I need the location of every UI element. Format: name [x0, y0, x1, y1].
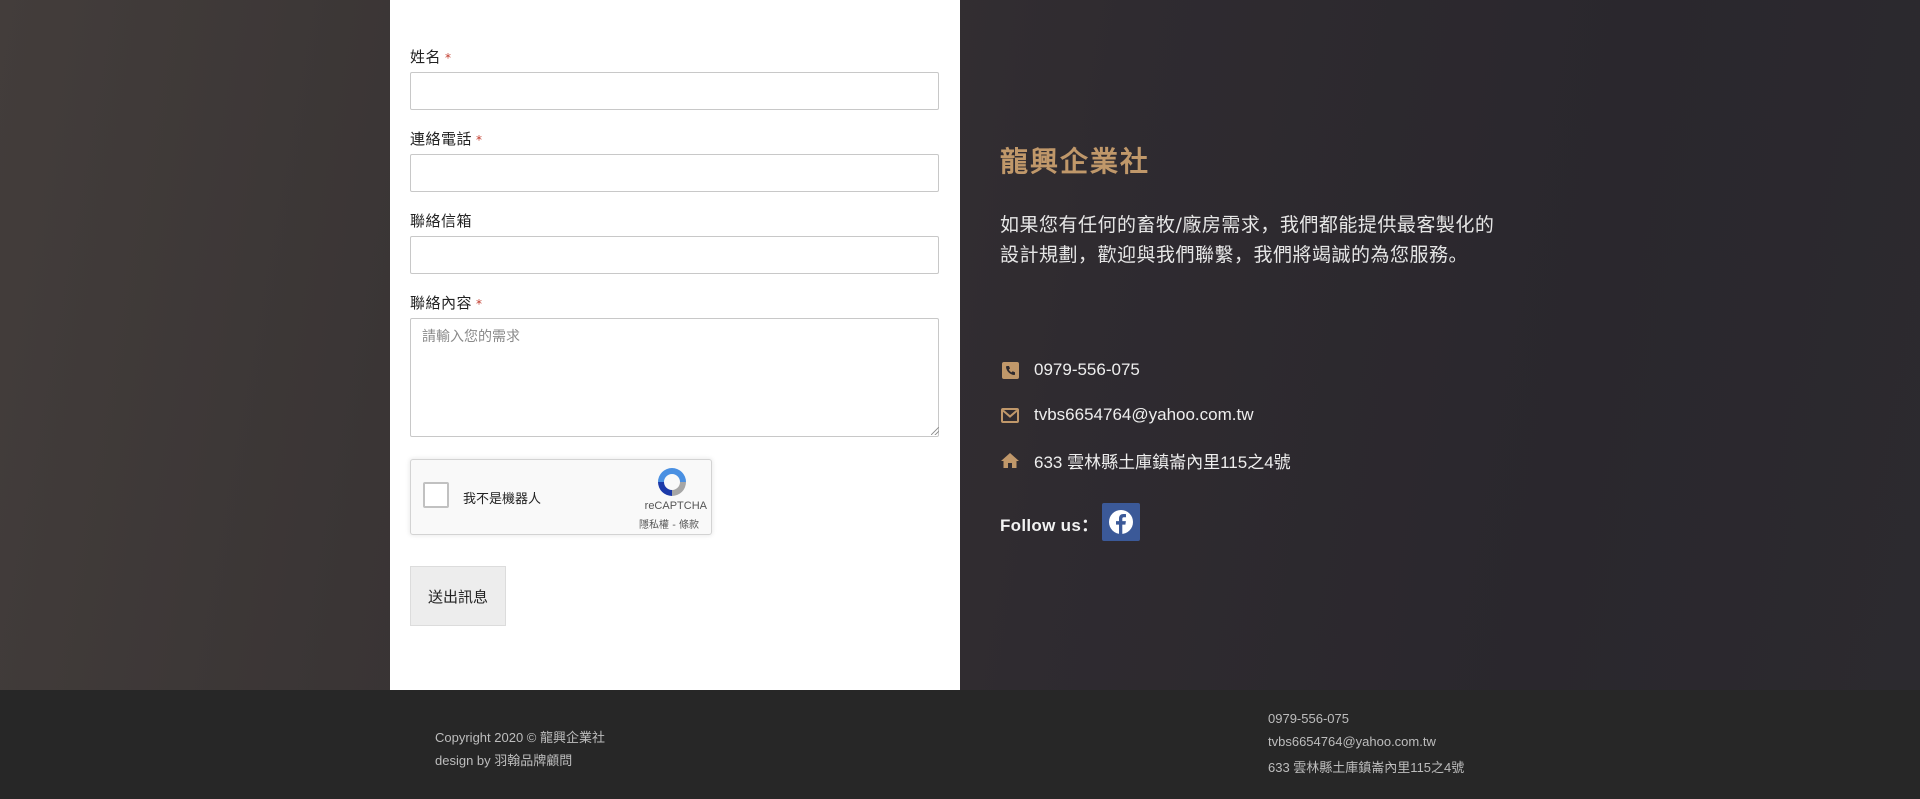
company-title: 龍興企業社 [1000, 145, 1151, 178]
message-textarea[interactable] [410, 318, 939, 437]
phone-icon [1000, 360, 1020, 380]
recaptcha-terms-link[interactable]: 隱私權 - 條款 [639, 516, 699, 531]
contact-section-background [0, 0, 1920, 690]
phone-input[interactable] [410, 154, 939, 192]
name-label-text: 姓名 [410, 48, 442, 66]
email-label: 聯絡信箱 [410, 210, 472, 231]
footer-design-credit: design by 羽翰品牌顧問 [435, 753, 573, 768]
name-label: 姓名 * [410, 46, 452, 67]
phone-label-text: 連絡電話 [410, 130, 473, 148]
contact-phone: 0979-556-075 [1000, 358, 1140, 382]
envelope-icon [1000, 405, 1020, 425]
recaptcha-logo-icon [658, 468, 686, 496]
contact-address: 633 雲林縣土庫鎮崙內里115之4號 [1000, 448, 1291, 472]
follow-us-label: Follow us： [1000, 516, 1099, 535]
email-input[interactable] [410, 236, 939, 274]
company-description: 如果您有任何的畜牧/廠房需求，我們都能提供最客製化的設計規劃，歡迎與我們聯繫，我… [1000, 214, 1495, 266]
resize-handle[interactable] [931, 427, 939, 435]
contact-address-text: 633 雲林縣土庫鎮崙內里115之4號 [1034, 452, 1291, 472]
footer-address: 633 雲林縣土庫鎮崙內里115之4號 [1268, 760, 1465, 775]
footer-copyright: Copyright 2020 © 龍興企業社 [435, 730, 605, 745]
recaptcha-checkbox[interactable] [423, 482, 449, 508]
footer-email: tvbs6654764@yahoo.com.tw [1268, 734, 1436, 749]
contact-email-text: tvbs6654764@yahoo.com.tw [1034, 405, 1254, 424]
contact-form: 姓名* 連絡電話* 聯絡信箱 聯絡內容* 我不是機器人 reCAPTCHA 隱私… [390, 0, 960, 690]
home-icon [1000, 450, 1020, 470]
email-label-text: 聯絡信箱 [410, 212, 473, 230]
message-label-text: 聯絡內容 [410, 294, 473, 312]
contact-email: tvbs6654764@yahoo.com.tw [1000, 403, 1254, 427]
phone-label: 連絡電話 * [410, 128, 483, 149]
required-mark: * [476, 133, 483, 147]
required-mark: * [476, 297, 483, 311]
contact-phone-text: 0979-556-075 [1034, 360, 1140, 379]
facebook-button[interactable] [1102, 503, 1140, 541]
facebook-icon [1109, 510, 1133, 534]
message-label: 聯絡內容 * [410, 292, 483, 313]
footer: Copyright 2020 © 龍興企業社 design by 羽翰品牌顧問 … [0, 690, 1920, 799]
recaptcha-brand: reCAPTCHA [644, 500, 707, 512]
recaptcha-widget: 我不是機器人 reCAPTCHA 隱私權 - 條款 [410, 459, 712, 535]
name-input[interactable] [410, 72, 939, 110]
submit-button[interactable]: 送出訊息 [410, 566, 506, 626]
footer-phone: 0979-556-075 [1268, 711, 1349, 726]
required-mark: * [445, 51, 452, 65]
recaptcha-label: 我不是機器人 [463, 492, 542, 507]
